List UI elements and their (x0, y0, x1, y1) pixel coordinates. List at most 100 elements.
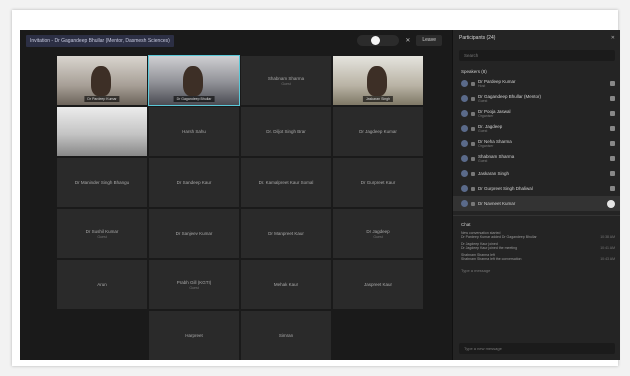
participant-info: Dr. Jagdeep Guest (478, 124, 610, 134)
tile-name: Shabnam Sharma (267, 75, 305, 81)
participant-name: Jaskaran Singh (478, 171, 510, 176)
participant-tile[interactable]: Dr Sanjeev Kumar (149, 209, 239, 258)
chat-message-body: Shabnam Sharma left the conversation 10:4… (461, 257, 615, 261)
participant-row[interactable]: Dr Pooja Jaswal Organiser (453, 106, 620, 121)
microphone-icon[interactable] (610, 141, 615, 146)
status-icon (471, 111, 475, 116)
tile-subtitle: Guest (97, 234, 107, 239)
microphone-icon[interactable] (610, 186, 615, 191)
status-icon (471, 186, 475, 191)
participant-tile[interactable]: Dr Maninder Singh Bhangu (57, 158, 147, 207)
participant-row[interactable]: Dr Gagandeep Bhullar (Mentor) Guest (453, 91, 620, 106)
participant-name: Dr Navneet Kumar (478, 201, 516, 206)
participant-tile[interactable]: Dr Sandeep Kaur (149, 158, 239, 207)
status-icon (471, 126, 475, 131)
participant-tile[interactable]: Dr. Diljot Singh Brar (241, 107, 331, 156)
status-icon (471, 96, 475, 101)
leave-button[interactable]: Leave (416, 35, 442, 46)
participant-row[interactable]: Shabnam Sharma Guest (453, 151, 620, 166)
participant-role: Guest (478, 128, 488, 133)
tile-subtitle: Guest (373, 234, 383, 239)
participant-row[interactable]: Dr Gurpreet Singh Dhaliwal (453, 181, 620, 196)
participant-video-figure (183, 66, 203, 96)
camera-toggle[interactable] (357, 35, 400, 46)
microphone-icon[interactable] (610, 111, 615, 116)
chat-message: New conversation started Dr Pardeep Kumar… (453, 230, 620, 241)
tile-name: Prabh Gill (KGTI) (176, 279, 212, 285)
tile-name: Dr Sushil Kumar (85, 228, 119, 234)
microphone-icon[interactable] (610, 96, 615, 101)
participant-video-figure (91, 66, 111, 96)
status-icon (471, 81, 475, 86)
tile-name: Jaspreet Kaur (363, 282, 392, 287)
participant-tile[interactable] (57, 107, 147, 156)
participant-tile[interactable]: Dr Jagdeep Guest (333, 209, 423, 258)
participant-tile[interactable]: Dr. Kamalpreet Kaur Somal (241, 158, 331, 207)
participant-tile[interactable]: Dr Gurpreet Kaur (333, 158, 423, 207)
participant-role: Guest (478, 158, 488, 163)
participant-info: Dr Pardeep Kumar Host (478, 79, 610, 89)
participant-tile[interactable]: Dr Gagandeep Bhullar (148, 55, 240, 106)
tile-name: Dr. Diljot Singh Brar (266, 129, 306, 134)
microphone-icon[interactable] (610, 126, 615, 131)
tile-name: Simran (278, 333, 294, 338)
avatar (461, 140, 468, 147)
participant-info: Dr Gurpreet Singh Dhaliwal (478, 186, 610, 191)
chat-hint: Type a message (461, 268, 491, 273)
participant-info: Dr Neha Sharma Organiser (478, 139, 610, 149)
avatar (461, 185, 468, 192)
participant-row[interactable]: Dr Navneet Kumar (453, 196, 620, 211)
participant-row[interactable]: Jaskaran Singh (453, 166, 620, 181)
participant-tile[interactable]: Dr Sushil Kumar Guest (57, 209, 147, 258)
video-name-tag: Dr Gagandeep Bhullar (173, 96, 215, 102)
tile-name: Dr Jagdeep (366, 228, 390, 234)
participant-info: Dr Gagandeep Bhullar (Mentor) Guest (478, 94, 610, 104)
avatar (461, 110, 468, 117)
participant-search-input[interactable]: Search (459, 50, 615, 61)
participant-row[interactable]: Dr. Jagdeep Guest (453, 121, 620, 136)
panel-title: Participants (24) (459, 35, 496, 41)
tile-name: Harpreet (185, 333, 203, 338)
chat-message-text: Dr Jagdeep Kaur joined the meeting (461, 246, 518, 250)
chat-message-time: 10:43 AM (600, 257, 615, 261)
participant-tile[interactable]: Arun (57, 260, 147, 309)
speakers-section-label: Speakers (8) (461, 69, 487, 74)
chat-message-time: 10:38 AM (600, 235, 615, 239)
participant-row[interactable]: Dr Pardeep Kumar Host (453, 76, 620, 91)
chat-input[interactable]: Type a new message (459, 343, 615, 354)
close-icon[interactable]: ✕ (405, 37, 410, 44)
participant-tile[interactable]: Harpreet (149, 311, 239, 360)
participant-row[interactable]: Dr Neha Sharma Organiser (453, 136, 620, 151)
chat-message: Dr Jagdeep Kaur joined Dr Jagdeep Kaur jo… (453, 241, 620, 252)
meeting-title: Invitation - Dr Gagandeep Bhullar (Mento… (26, 35, 174, 47)
participant-tile[interactable]: Dr Jagdeep Kumar (333, 107, 423, 156)
participant-tile[interactable]: Prabh Gill (KGTI) Guest (149, 260, 239, 309)
avatar (461, 95, 468, 102)
participant-role: Guest (478, 98, 488, 103)
participant-tile[interactable]: Simran (241, 311, 331, 360)
avatar (461, 170, 468, 177)
tile-name: Harsh Sahu (182, 129, 206, 134)
participant-tile[interactable]: Jaspreet Kaur (333, 260, 423, 309)
tile-name: Dr Sanjeev Kumar (175, 231, 213, 236)
status-icon (471, 201, 475, 206)
participant-tile[interactable]: Shabnam Sharma Guest (241, 56, 331, 105)
close-panel-icon[interactable]: ✕ (611, 35, 615, 41)
avatar (461, 200, 468, 207)
avatar (461, 155, 468, 162)
avatar (461, 80, 468, 87)
microphone-icon[interactable] (610, 171, 615, 176)
participant-tile[interactable]: Harsh Sahu (149, 107, 239, 156)
participant-tile[interactable]: Dr Pardeep Kumar (57, 56, 147, 105)
microphone-icon[interactable] (610, 81, 615, 86)
microphone-icon[interactable] (610, 156, 615, 161)
participant-tile[interactable]: Mehak Kaur (241, 260, 331, 309)
video-name-tag: Dr Pardeep Kumar (84, 96, 120, 102)
more-options-icon[interactable] (607, 199, 615, 208)
status-icon (471, 156, 475, 161)
meeting-window: Invitation - Dr Gagandeep Bhullar (Mento… (20, 30, 620, 360)
participant-tile[interactable]: Dr Manpreet Kaur (241, 209, 331, 258)
chat-message-text: Dr Pardeep Kumar added Dr Gagandeep Bhul… (461, 235, 537, 239)
participant-tile[interactable]: Jaskaran Singh (333, 56, 423, 105)
chat-message-body: Dr Jagdeep Kaur joined the meeting 10:41 … (461, 246, 615, 250)
